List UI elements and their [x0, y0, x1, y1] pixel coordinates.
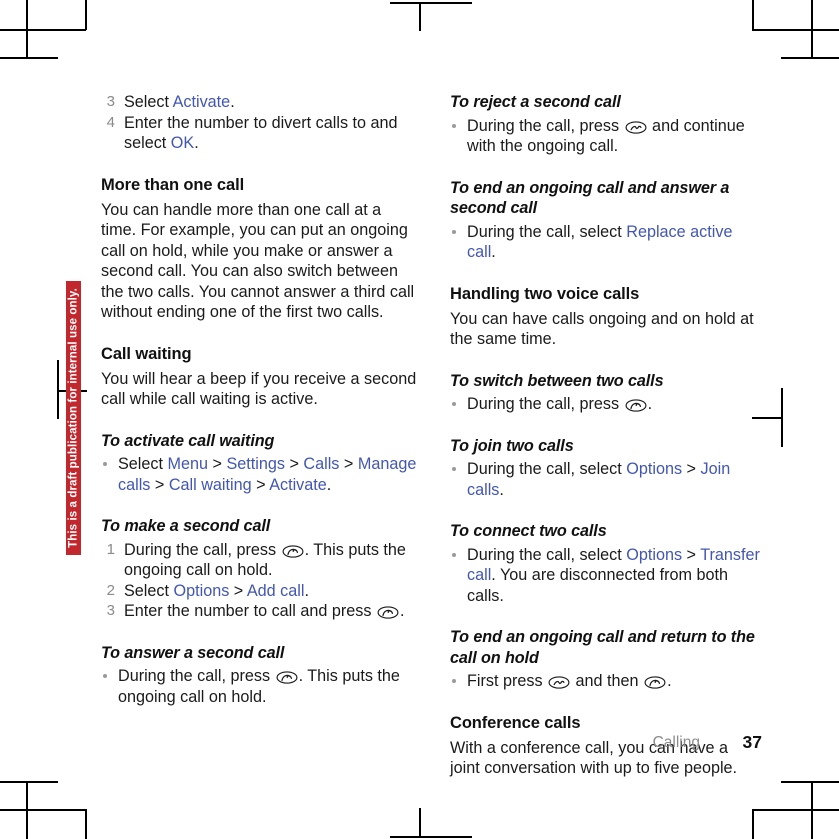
- section-body-call-waiting: You will hear a beep if you receive a se…: [101, 369, 417, 409]
- footer-page-number: 37: [742, 732, 762, 752]
- left-column: 3 Select Activate. 4 Enter the number to…: [101, 92, 419, 707]
- call-key-icon: [377, 606, 399, 619]
- manual-page: This is a draft publication for internal…: [0, 0, 839, 839]
- procedure-steps-join-two-calls: During the call, select Options > Join c…: [450, 459, 762, 500]
- section-body-handling-two-voice-calls: You can have calls ongoing and on hold a…: [450, 309, 754, 349]
- procedure-steps-switch-two-calls: During the call, press .: [450, 394, 762, 415]
- bullet-dot-icon: [452, 679, 456, 683]
- call-key-icon: [282, 544, 304, 558]
- procedure-heading-join-two-calls: To join two calls: [450, 436, 574, 455]
- menu-path-link: Settings: [226, 455, 285, 473]
- draft-notice-text: This is a draft publication for internal…: [67, 288, 79, 548]
- menu-path-link: Add call: [246, 581, 305, 600]
- bullet-text: During the call, press .: [467, 395, 653, 413]
- section-heading-call-waiting: Call waiting: [101, 344, 192, 363]
- list-item: First press and then .: [450, 671, 762, 692]
- procedure-heading-connect-two-calls: To connect two calls: [450, 522, 607, 540]
- procedure-steps-end-and-answer: During the call, select Replace active c…: [450, 222, 762, 263]
- menu-path-link: Transfer call: [467, 545, 760, 585]
- bullet-dot-icon: [103, 674, 107, 678]
- procedure-steps-connect-two-calls: During the call, select Options > Transf…: [450, 545, 762, 607]
- list-item: 3 Enter the number to call and press .: [101, 601, 419, 622]
- bullet-dot-icon: [452, 123, 456, 128]
- section-heading-handling-two-voice-calls: Handling two voice calls: [450, 284, 640, 303]
- bullet-dot-icon: [452, 402, 456, 406]
- bullet-dot-icon: [452, 467, 456, 471]
- procedure-heading-switch-two-calls: To switch between two calls: [450, 371, 664, 390]
- procedure-steps-reject-second-call: During the call, press and continue with…: [450, 116, 762, 157]
- procedure-steps-answer-second-call: During the call, press . This puts the o…: [101, 666, 419, 707]
- bullet-dot-icon: [103, 462, 107, 466]
- call-key-icon: [625, 399, 647, 412]
- call-key-icon: [276, 671, 298, 684]
- menu-path-link: Activate: [269, 475, 327, 494]
- step-number: 1: [106, 540, 115, 558]
- step-text: Enter the number to divert calls to and …: [124, 113, 398, 153]
- step-number: 2: [106, 581, 115, 599]
- call-key-icon: [644, 676, 666, 689]
- end-call-key-icon: [548, 676, 570, 689]
- bullet-text: Select Menu > Settings > Calls > Manage …: [118, 455, 417, 494]
- list-item: 2 Select Options > Add call.: [101, 581, 419, 602]
- section-heading-more-than-one-call: More than one call: [101, 175, 245, 194]
- list-item: During the call, press . This puts the o…: [101, 666, 419, 707]
- procedure-heading-activate-call-waiting: To activate call waiting: [101, 431, 275, 450]
- procedure-heading-end-and-answer: To end an ongoing call and answer a seco…: [450, 178, 730, 218]
- menu-path-link: Calls: [303, 455, 340, 473]
- page-footer: Calling 37: [450, 732, 762, 754]
- menu-path-link: Replace active call: [467, 222, 733, 262]
- menu-path-link: OK: [170, 134, 195, 152]
- step-text: Select Activate.: [124, 93, 235, 111]
- menu-path-link: Options: [626, 545, 683, 564]
- draft-notice-band: This is a draft publication for internal…: [66, 281, 81, 555]
- footer-chapter-name: Calling: [652, 734, 700, 751]
- bullet-dot-icon: [452, 552, 456, 557]
- menu-path-link: Call waiting: [168, 475, 252, 494]
- list-item: 1 During the call, press . This puts the…: [101, 540, 419, 581]
- step-number: 3: [106, 602, 115, 619]
- bullet-dot-icon: [452, 229, 456, 234]
- procedure-heading-answer-second-call: To answer a second call: [101, 643, 285, 662]
- bullet-text: During the call, press and continue with…: [467, 116, 745, 156]
- procedure-heading-reject-second-call: To reject a second call: [450, 93, 621, 111]
- section-body-more-than-one-call: You can handle more than one call at a t…: [101, 200, 415, 322]
- end-call-key-icon: [625, 120, 647, 134]
- list-item: 3 Select Activate.: [101, 92, 419, 113]
- bullet-text: First press and then .: [467, 672, 672, 690]
- procedure-heading-end-and-return: To end an ongoing call and return to the…: [450, 628, 755, 667]
- list-item: Select Menu > Settings > Calls > Manage …: [101, 454, 419, 495]
- procedure-steps-activate-call-waiting: Select Menu > Settings > Calls > Manage …: [101, 454, 419, 495]
- menu-path-link: Options: [626, 460, 683, 478]
- step-number: 4: [106, 113, 115, 131]
- list-item: During the call, select Replace active c…: [450, 222, 762, 263]
- bullet-text: During the call, press . This puts the o…: [118, 667, 400, 706]
- menu-path-link: Options: [173, 581, 230, 600]
- step-number: 3: [106, 93, 115, 110]
- step-text: Select Options > Add call.: [124, 581, 309, 600]
- right-column: To reject a second call During the call,…: [450, 92, 762, 779]
- section-heading-conference-calls: Conference calls: [450, 713, 581, 732]
- list-item: During the call, press and continue with…: [450, 116, 762, 157]
- bullet-text: During the call, select Replace active c…: [467, 222, 733, 262]
- menu-path-link: Join calls: [467, 460, 731, 499]
- continued-step-list: 3 Select Activate. 4 Enter the number to…: [101, 92, 419, 154]
- procedure-steps-make-second-call: 1 During the call, press . This puts the…: [101, 540, 419, 622]
- procedure-steps-end-and-return: First press and then .: [450, 671, 762, 692]
- list-item: 4 Enter the number to divert calls to an…: [101, 113, 419, 154]
- step-text: During the call, press . This puts the o…: [124, 540, 406, 580]
- procedure-heading-make-second-call: To make a second call: [101, 517, 271, 535]
- bullet-text: During the call, select Options > Join c…: [467, 460, 731, 499]
- menu-path-link: Menu: [167, 455, 209, 473]
- list-item: During the call, press .: [450, 394, 762, 415]
- list-item: During the call, select Options > Join c…: [450, 459, 762, 500]
- menu-path-link: Activate: [172, 93, 231, 111]
- step-text: Enter the number to call and press .: [124, 602, 405, 620]
- list-item: During the call, select Options > Transf…: [450, 545, 762, 607]
- bullet-text: During the call, select Options > Transf…: [467, 545, 760, 605]
